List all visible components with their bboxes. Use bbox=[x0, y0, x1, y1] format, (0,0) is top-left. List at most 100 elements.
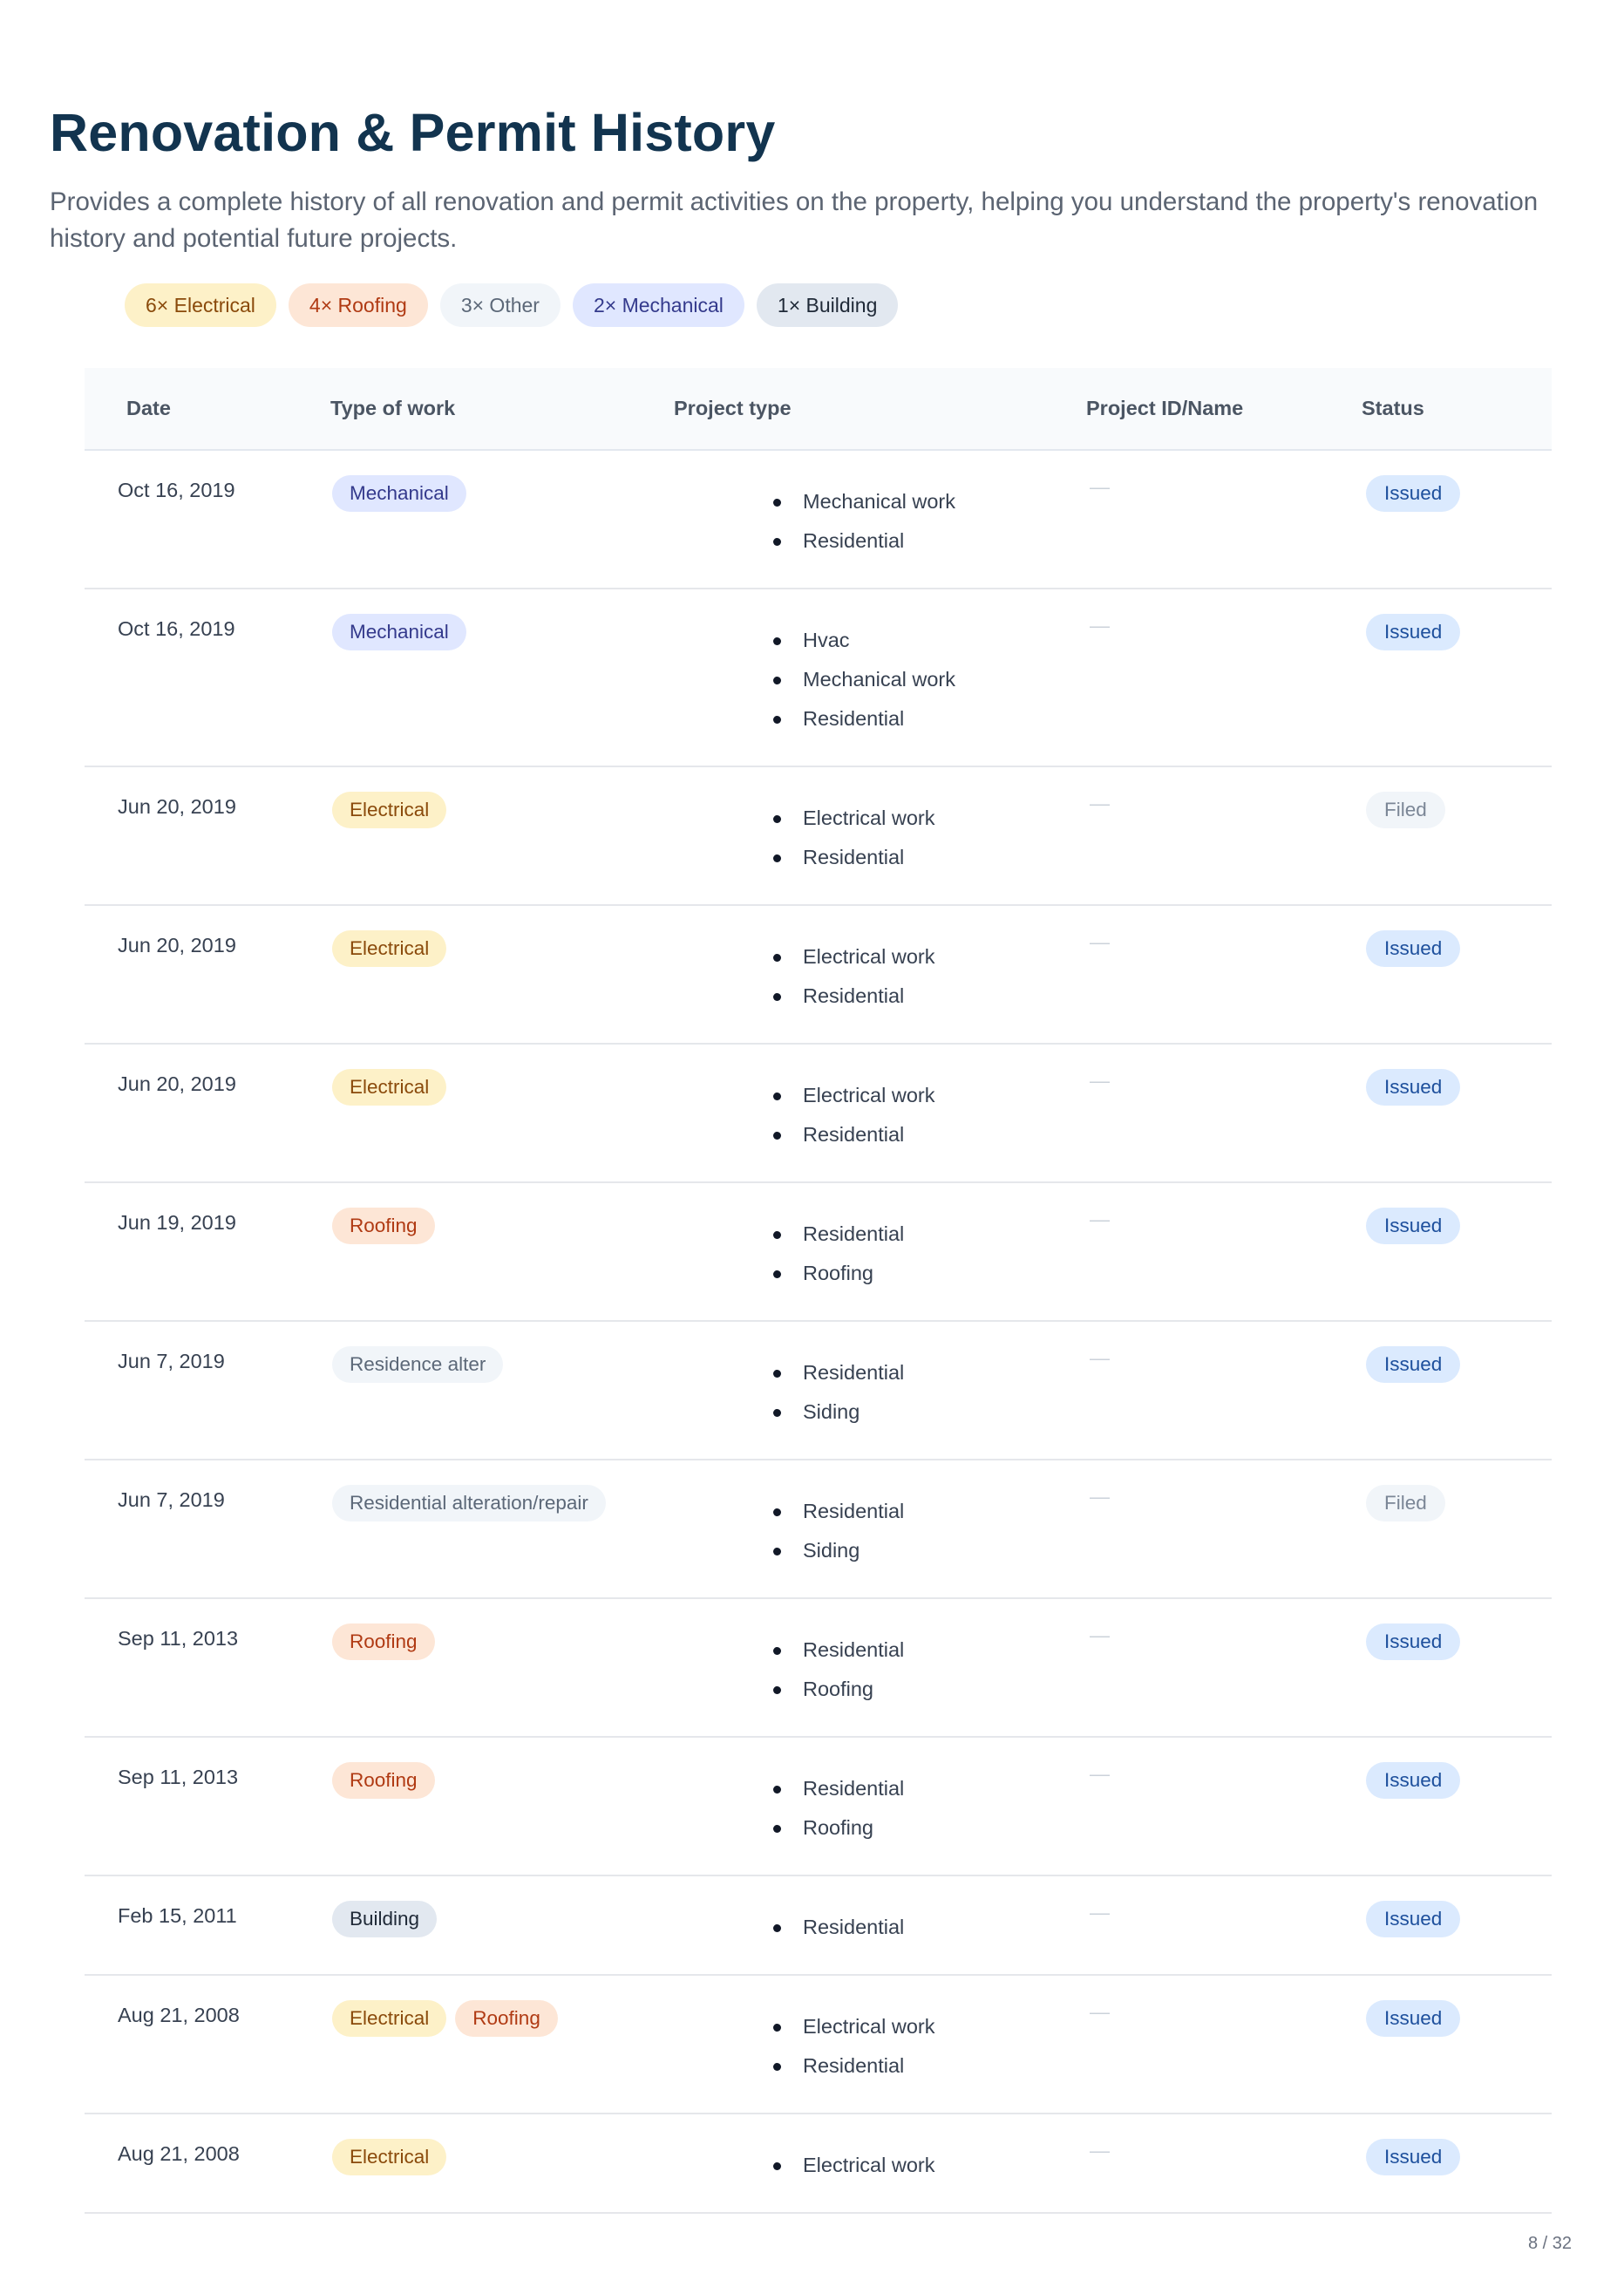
row-date: Jun 7, 2019 bbox=[118, 1350, 225, 1372]
row-type-of-work: Electrical bbox=[332, 2139, 447, 2175]
project-type-item: Residential bbox=[773, 1630, 904, 1670]
row-project-id: — bbox=[1090, 475, 1110, 498]
row-type-of-work: Roofing bbox=[332, 1208, 435, 1244]
row-project-types: Residential Siding bbox=[773, 1492, 904, 1570]
row-date: Jun 20, 2019 bbox=[118, 934, 236, 956]
table-row: Sep 11, 2013 Roofing Residential Roofing — Is… bbox=[85, 1599, 1552, 1738]
row-status: Issued bbox=[1366, 1623, 1461, 1660]
project-type-item: Residential bbox=[773, 2046, 934, 2086]
row-date: Aug 21, 2008 bbox=[118, 2004, 240, 2026]
row-status: Issued bbox=[1366, 1069, 1461, 1106]
row-type-of-work: Mechanical bbox=[332, 475, 466, 512]
row-date: Jun 20, 2019 bbox=[118, 795, 236, 818]
page-number: 8 / 32 bbox=[1527, 2234, 1572, 2253]
row-project-types: Electrical work Residential bbox=[773, 799, 934, 877]
work-type-tag: Roofing bbox=[332, 1762, 435, 1799]
project-type-item: Residential bbox=[773, 1769, 904, 1808]
table-row: Aug 21, 2008 Electrical Roofing Electrical … bbox=[85, 1976, 1552, 2114]
project-type-item: Residential bbox=[773, 521, 955, 561]
status-badge: Filed bbox=[1366, 1485, 1445, 1521]
column-header-type-of-work: Type of work bbox=[330, 397, 456, 419]
summary-pill-other: 3× Other bbox=[439, 283, 561, 327]
project-type-item: Hvac bbox=[773, 621, 955, 660]
status-badge: Issued bbox=[1366, 614, 1461, 650]
column-header-project-type: Project type bbox=[674, 397, 792, 419]
row-project-types: Electrical work bbox=[773, 2146, 934, 2185]
row-status: Issued bbox=[1366, 1762, 1461, 1799]
work-type-tag: Electrical bbox=[332, 1069, 447, 1106]
row-project-types: Electrical work Residential bbox=[773, 937, 934, 1016]
summary-pill-mechanical: 2× Mechanical bbox=[572, 283, 744, 327]
row-date: Jun 20, 2019 bbox=[118, 1072, 236, 1095]
table-row: Jun 19, 2019 Roofing Residential Roofing — Is… bbox=[85, 1183, 1552, 1322]
row-status: Issued bbox=[1366, 475, 1461, 512]
row-type-of-work: Mechanical bbox=[332, 614, 466, 650]
summary-pill-building: 1× Building bbox=[756, 283, 899, 327]
row-project-id: — bbox=[1090, 1762, 1110, 1785]
row-project-types: Residential Siding bbox=[773, 1353, 904, 1432]
work-type-tag: Residential alteration/repair bbox=[332, 1485, 606, 1521]
work-type-tag: Roofing bbox=[332, 1208, 435, 1244]
row-date: Oct 16, 2019 bbox=[118, 617, 235, 640]
row-project-id: — bbox=[1090, 1208, 1110, 1230]
row-status: Issued bbox=[1366, 614, 1461, 650]
table-row: Jun 20, 2019 Electrical Electrical work Res… bbox=[85, 1045, 1552, 1183]
row-status: Issued bbox=[1366, 1901, 1461, 1937]
status-badge: Issued bbox=[1366, 475, 1461, 512]
table-row: Feb 15, 2011 Building Residential — Issued bbox=[85, 1876, 1552, 1976]
table-row: Jun 7, 2019 Residential alteration/repair… bbox=[85, 1460, 1552, 1599]
project-type-item: Residential bbox=[773, 838, 934, 877]
row-project-id: — bbox=[1090, 1346, 1110, 1369]
summary-pills: 6× Electrical 4× Roofing 3× Other 2× Mechan… bbox=[125, 283, 1562, 327]
row-date: Sep 11, 2013 bbox=[118, 1766, 239, 1788]
summary-pill-electrical: 6× Electrical bbox=[125, 283, 276, 327]
row-project-types: Mechanical work Residential bbox=[773, 482, 955, 561]
row-type-of-work: Roofing bbox=[332, 1623, 435, 1660]
status-badge: Filed bbox=[1366, 792, 1445, 828]
report-page: Renovation & Permit History Provides a c… bbox=[50, 100, 1562, 327]
table-header: Date Type of work Project type Project I… bbox=[85, 368, 1552, 451]
project-type-item: Residential bbox=[773, 699, 955, 739]
work-type-tag: Roofing bbox=[332, 1623, 435, 1660]
row-project-types: Residential bbox=[773, 1908, 904, 1947]
status-badge: Issued bbox=[1366, 1623, 1461, 1660]
table-row: Sep 11, 2013 Roofing Residential Roofing — Is… bbox=[85, 1738, 1552, 1876]
status-badge: Issued bbox=[1366, 1762, 1461, 1799]
status-badge: Issued bbox=[1366, 1346, 1461, 1383]
table-row: Oct 16, 2019 Mechanical Hvac Mechanical wor… bbox=[85, 589, 1552, 767]
status-badge: Issued bbox=[1366, 2139, 1461, 2175]
work-type-tag: Mechanical bbox=[332, 614, 466, 650]
project-type-item: Siding bbox=[773, 1531, 904, 1570]
permit-table: Date Type of work Project type Project I… bbox=[85, 368, 1552, 2214]
row-status: Filed bbox=[1366, 1485, 1445, 1521]
project-type-item: Residential bbox=[773, 1115, 934, 1154]
project-type-item: Electrical work bbox=[773, 937, 934, 977]
row-status: Issued bbox=[1366, 2139, 1461, 2175]
status-badge: Issued bbox=[1366, 1901, 1461, 1937]
row-project-id: — bbox=[1090, 1901, 1110, 1923]
project-type-item: Residential bbox=[773, 1353, 904, 1392]
row-status: Filed bbox=[1366, 792, 1445, 828]
row-project-id: — bbox=[1090, 1485, 1110, 1508]
work-type-tag: Electrical bbox=[332, 2000, 447, 2037]
project-type-item: Residential bbox=[773, 977, 934, 1016]
row-type-of-work: Residence alter bbox=[332, 1346, 504, 1383]
page-description: Provides a complete history of all renov… bbox=[50, 187, 1539, 253]
row-project-types: Residential Roofing bbox=[773, 1630, 904, 1709]
row-project-id: — bbox=[1090, 1069, 1110, 1092]
project-type-item: Electrical work bbox=[773, 2146, 934, 2185]
row-project-types: Residential Roofing bbox=[773, 1215, 904, 1293]
row-type-of-work: Building bbox=[332, 1901, 438, 1937]
row-status: Issued bbox=[1366, 2000, 1461, 2037]
table-row: Jun 7, 2019 Residence alter Residential Sid… bbox=[85, 1322, 1552, 1460]
row-status: Issued bbox=[1366, 930, 1461, 967]
project-type-item: Roofing bbox=[773, 1670, 904, 1709]
work-type-tag: Roofing bbox=[455, 2000, 558, 2037]
table-row: Aug 21, 2008 Electrical Electrical work — Is… bbox=[85, 2114, 1552, 2214]
row-project-id: — bbox=[1090, 614, 1110, 636]
project-type-item: Mechanical work bbox=[773, 482, 955, 521]
row-date: Jun 19, 2019 bbox=[118, 1211, 236, 1234]
work-type-tag: Building bbox=[332, 1901, 438, 1937]
row-status: Issued bbox=[1366, 1346, 1461, 1383]
table-row: Jun 20, 2019 Electrical Electrical work Res… bbox=[85, 767, 1552, 906]
